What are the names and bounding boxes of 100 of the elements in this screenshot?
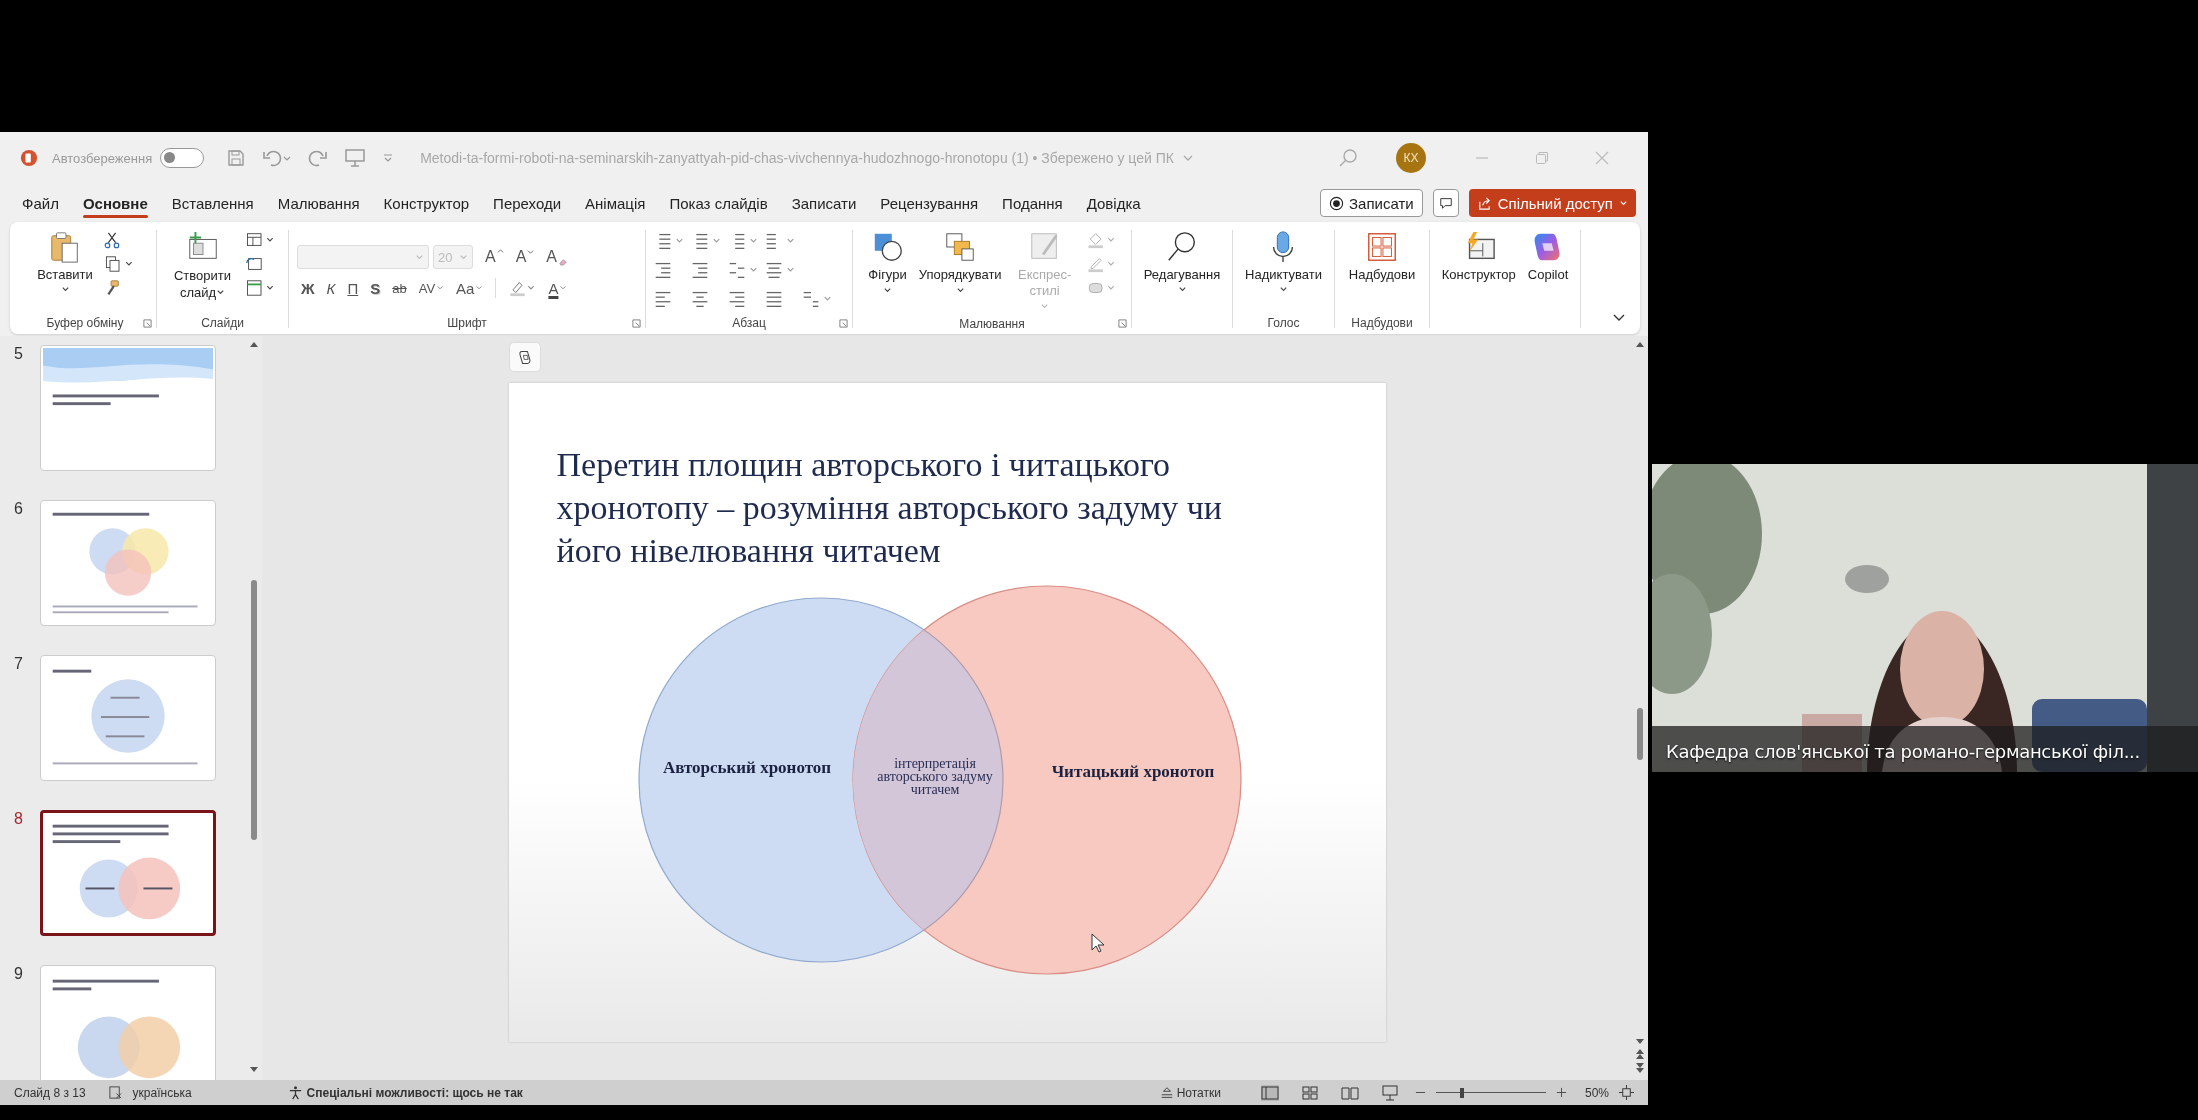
- ribbon-tab[interactable]: Конструктор: [372, 186, 481, 220]
- zoom-percentage[interactable]: 50%: [1584, 1085, 1609, 1100]
- grid-icon: [1365, 230, 1399, 264]
- format-button[interactable]: К: [322, 277, 340, 299]
- font-name-field[interactable]: [297, 245, 429, 269]
- zoom-slider-thumb[interactable]: [1460, 1087, 1465, 1098]
- scroll-down-icon[interactable]: [249, 1064, 259, 1074]
- scrollbar-thumb[interactable]: [1637, 708, 1643, 760]
- drawing-command-button[interactable]: Упорядкувати: [914, 228, 1006, 297]
- scrollbar-thumb[interactable]: [251, 580, 257, 840]
- dictate-button[interactable]: Надиктувати: [1241, 228, 1326, 296]
- copilot-icon: [516, 349, 533, 365]
- circle-label: Авторський хронотоп: [662, 758, 831, 777]
- launcher-icon[interactable]: [1118, 319, 1127, 328]
- group-label: Абзац: [732, 316, 766, 330]
- launcher-icon[interactable]: [839, 318, 848, 328]
- copilot-floating-button[interactable]: [508, 342, 541, 372]
- reading-view-icon[interactable]: [1340, 1084, 1359, 1101]
- spellcheck-icon[interactable]: [107, 1085, 123, 1100]
- copilot-button[interactable]: Copilot: [1523, 228, 1573, 284]
- slide-number: 7: [13, 655, 24, 673]
- comments-button[interactable]: [1432, 189, 1459, 217]
- record-icon: [1329, 195, 1344, 211]
- group-label: Голос: [1267, 316, 1300, 330]
- caret-icon: [883, 286, 893, 295]
- slide-number: 5: [13, 345, 24, 363]
- format-button[interactable]: Ж: [297, 277, 319, 299]
- caret-icon: [1619, 198, 1628, 208]
- group-label: Малювання: [959, 316, 1025, 331]
- scroll-down-icon[interactable]: [1635, 1036, 1645, 1046]
- ribbon-tab[interactable]: Рецензування: [869, 186, 990, 220]
- next-slide-icon[interactable]: [1635, 1062, 1645, 1074]
- grow-font-button[interactable]: A: [481, 246, 508, 268]
- format-button[interactable]: П: [343, 277, 363, 299]
- ribbon-tab[interactable]: Подання: [991, 186, 1074, 220]
- scroll-up-icon[interactable]: [249, 340, 259, 350]
- caret-icon: [955, 286, 965, 295]
- eraser-icon: [558, 257, 567, 266]
- add-ins-button[interactable]: Надбудови: [1344, 228, 1420, 284]
- caret-icon: [436, 284, 445, 292]
- overlap-label: інтерпретація авторського задуму читачем: [876, 756, 993, 797]
- ribbon-tab[interactable]: Файл: [11, 186, 70, 220]
- caret-icon: [459, 252, 468, 262]
- ribbon-tab[interactable]: Анімація: [574, 186, 657, 220]
- ribbon-tab[interactable]: Переходи: [482, 186, 573, 220]
- group-label: Надбудови: [1351, 316, 1413, 330]
- format-button[interactable]: S: [366, 277, 385, 299]
- slide-number: 8: [13, 810, 24, 828]
- share-icon: [1476, 195, 1492, 211]
- share-button[interactable]: Спільний доступ: [1468, 189, 1636, 217]
- scroll-up-icon[interactable]: [1635, 340, 1645, 350]
- autosave-label: Автозбереження: [52, 150, 153, 166]
- paste-button[interactable]: Вставити: [33, 228, 97, 296]
- group-label: Шрифт: [447, 316, 487, 330]
- format-button[interactable]: Aa: [452, 277, 488, 299]
- mouse-cursor-icon: [1090, 933, 1105, 953]
- app-logo-icon: [20, 149, 38, 167]
- slide-sorter-icon[interactable]: [1300, 1084, 1319, 1101]
- designer-button[interactable]: Конструктор: [1437, 228, 1520, 284]
- highlighter-icon: [508, 279, 537, 297]
- normal-view-icon[interactable]: [1260, 1084, 1279, 1101]
- caret-icon: [527, 248, 535, 255]
- caret-icon: [1279, 285, 1288, 294]
- font-color-button[interactable]: A: [544, 277, 572, 299]
- caret-icon: [559, 284, 568, 292]
- comment-icon: [1438, 196, 1453, 210]
- slideshow-icon[interactable]: [1380, 1084, 1399, 1101]
- ribbon-tab[interactable]: Малювання: [266, 186, 371, 220]
- caret-icon: [60, 285, 70, 294]
- clear-formatting-button[interactable]: A: [542, 246, 571, 268]
- caret-icon: [475, 284, 484, 292]
- slide-thumbnail[interactable]: [40, 810, 216, 936]
- group-label: Буфер обміну: [46, 316, 124, 330]
- circle-label: Читацький хронотоп: [1051, 762, 1214, 781]
- notes-button[interactable]: Нотатки: [1153, 1084, 1227, 1101]
- new-slide-button[interactable]: Створити слайд: [166, 228, 239, 303]
- language-label[interactable]: українська: [132, 1085, 192, 1100]
- group-label: Слайди: [201, 316, 244, 330]
- participant-name: Кафедра слов'янської та романо-германської філ...: [1666, 741, 2140, 762]
- notes-icon: [1159, 1085, 1174, 1100]
- ribbon-tab[interactable]: Показ слайдів: [658, 186, 779, 220]
- ribbon-tab[interactable]: Вставлення: [160, 186, 265, 220]
- zoom-in-icon[interactable]: [1555, 1087, 1567, 1098]
- format-button[interactable]: AV: [414, 278, 449, 298]
- ribbon-tab[interactable]: Записати: [780, 186, 868, 220]
- previous-slide-icon[interactable]: [1635, 1048, 1645, 1060]
- fit-to-window-icon[interactable]: [1619, 1085, 1634, 1100]
- editing-button[interactable]: Редагування: [1139, 228, 1225, 296]
- launcher-icon[interactable]: [632, 318, 641, 328]
- ribbon-tab[interactable]: Довідка: [1075, 186, 1152, 220]
- accessibility-button[interactable]: Спеціальні можливості: щось не так: [281, 1084, 529, 1101]
- shrink-font-button[interactable]: A: [511, 246, 539, 268]
- drawing-command-button[interactable]: Фігури: [864, 228, 911, 297]
- launcher-icon[interactable]: [143, 318, 152, 328]
- format-button[interactable]: ab: [388, 278, 411, 298]
- ribbon-tab[interactable]: Основне: [71, 186, 159, 220]
- autosave-toggle[interactable]: [160, 148, 205, 168]
- record-button[interactable]: Записати: [1320, 189, 1423, 217]
- slide-counter: Слайд 8 з 13: [14, 1085, 86, 1100]
- caret-icon: [216, 288, 226, 297]
